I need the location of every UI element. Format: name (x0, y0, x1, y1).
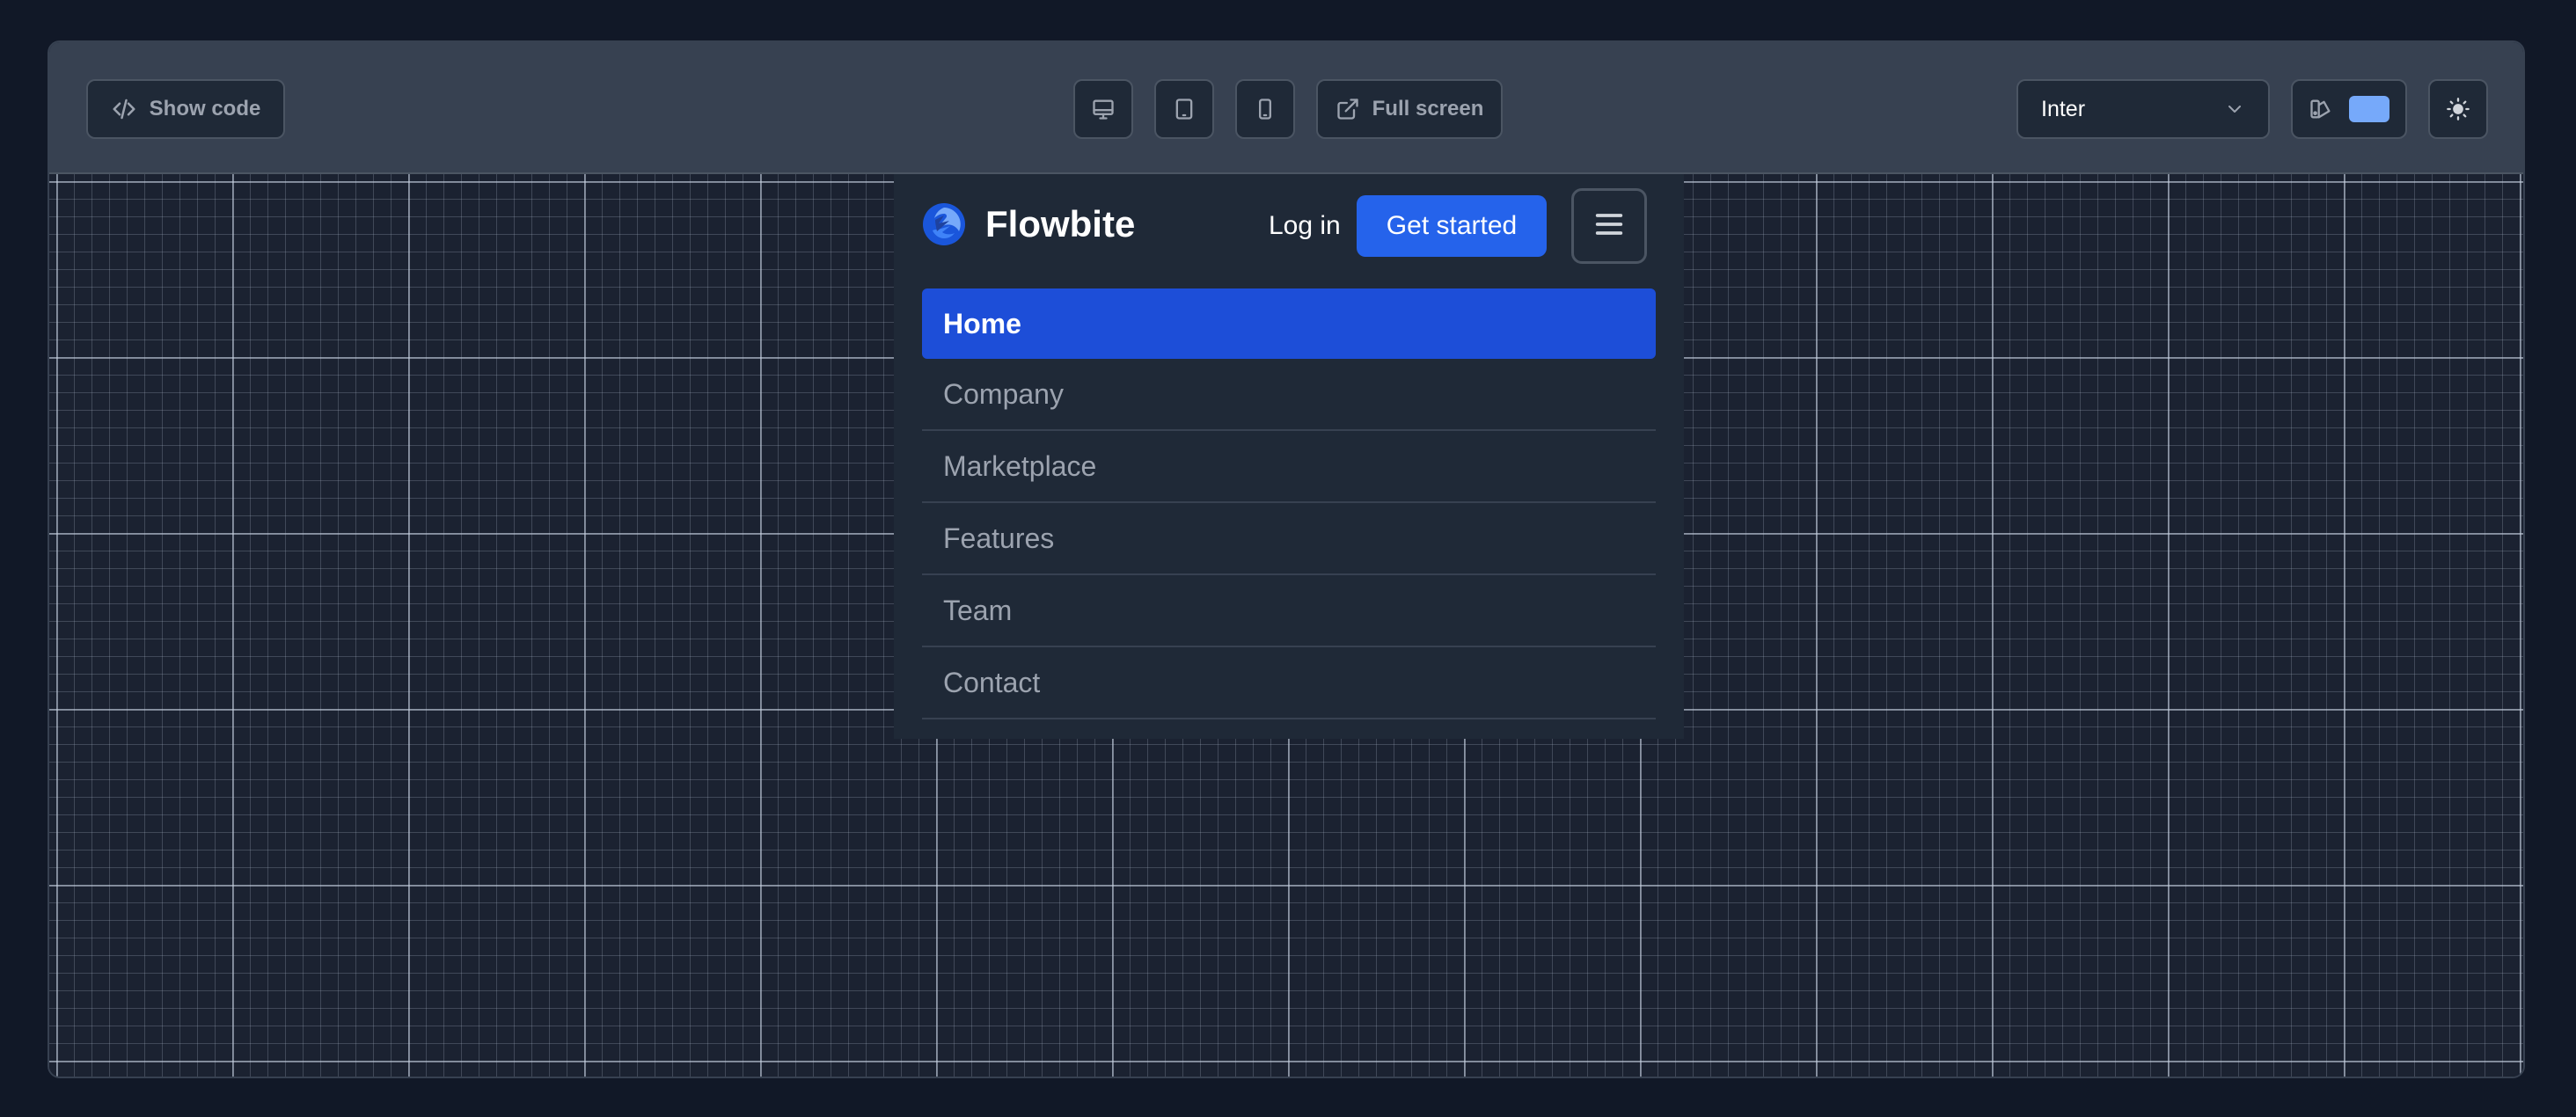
nav-item-home[interactable]: Home (922, 288, 1656, 359)
code-icon (111, 96, 137, 122)
accent-color-swatch[interactable] (2349, 96, 2389, 122)
nav-item-features[interactable]: Features (922, 503, 1656, 575)
external-link-icon (1336, 97, 1360, 121)
get-started-button[interactable]: Get started (1357, 195, 1547, 257)
show-code-label: Show code (150, 97, 261, 121)
brand-name: Flowbite (985, 203, 1135, 245)
nav-item-contact[interactable]: Contact (922, 647, 1656, 719)
full-screen-button[interactable]: Full screen (1316, 79, 1503, 139)
sun-icon (2446, 97, 2470, 121)
preview-toolbar: Show code (49, 42, 2523, 174)
login-link[interactable]: Log in (1269, 211, 1341, 241)
nav-item-company[interactable]: Company (922, 359, 1656, 431)
font-select[interactable]: Inter (2016, 79, 2270, 139)
theme-mode-toggle[interactable] (2428, 79, 2488, 139)
nav-menu: Home Company Marketplace Features Team C… (922, 288, 1656, 719)
desktop-view-button[interactable] (1073, 79, 1133, 139)
flowbite-logo-icon (922, 202, 966, 246)
chevron-down-icon (2224, 99, 2245, 120)
brand-link[interactable]: Flowbite (922, 202, 1135, 246)
mobile-icon (1253, 97, 1277, 121)
show-code-button[interactable]: Show code (86, 79, 285, 139)
full-screen-label: Full screen (1372, 97, 1484, 121)
preview-frame: Show code (48, 40, 2525, 1078)
mobile-view-button[interactable] (1235, 79, 1295, 139)
tablet-view-button[interactable] (1154, 79, 1214, 139)
grid-canvas: Flowbite Log in Get started Home (49, 174, 2523, 1078)
font-select-value: Inter (2041, 97, 2085, 122)
nav-item-marketplace[interactable]: Marketplace (922, 431, 1656, 503)
palette-icon (2309, 97, 2333, 121)
desktop-icon (1091, 97, 1116, 121)
theme-color-button[interactable] (2291, 79, 2407, 139)
navbar: Flowbite Log in Get started (922, 174, 1656, 288)
menu-toggle-button[interactable] (1571, 188, 1647, 264)
nav-item-team[interactable]: Team (922, 575, 1656, 647)
tablet-icon (1172, 97, 1197, 121)
hamburger-icon (1592, 207, 1627, 246)
navbar-preview: Flowbite Log in Get started Home (894, 174, 1684, 739)
